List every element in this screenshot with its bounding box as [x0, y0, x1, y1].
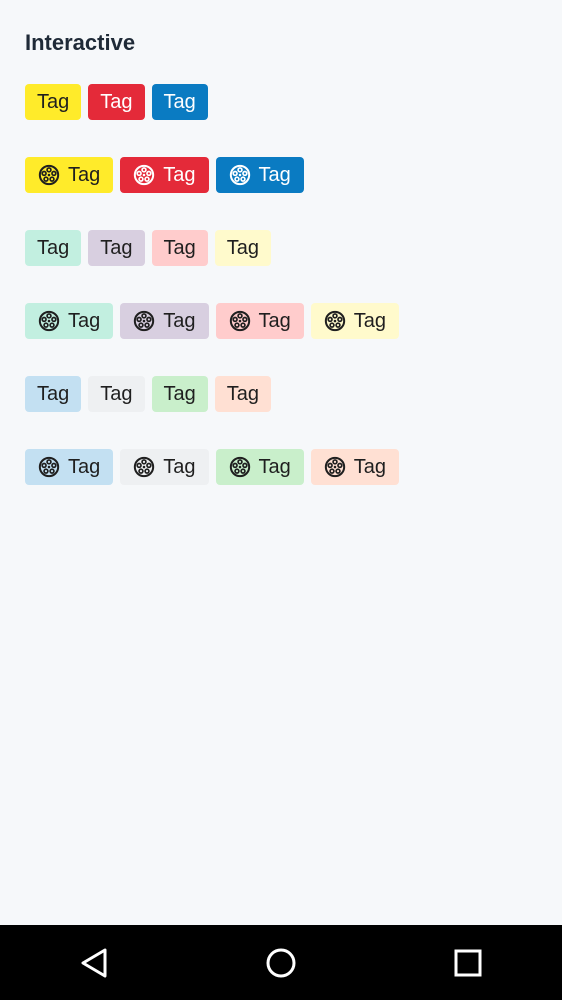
tag-label: Tag: [353, 456, 386, 478]
tag[interactable]: Tag: [151, 376, 208, 412]
tag-with-icon[interactable]: Tag: [120, 449, 209, 485]
tag-row: Tag Tag Tag Tag: [25, 376, 542, 412]
back-triangle-icon: [81, 948, 107, 977]
tag-with-icon[interactable]: Tag: [215, 157, 304, 193]
tag[interactable]: Tag: [25, 230, 82, 266]
tag-with-icon[interactable]: Tag: [215, 449, 304, 485]
tag-with-icon[interactable]: Tag: [25, 303, 114, 339]
tag-label: Tag: [258, 310, 291, 332]
main-content: Interactive Tag Tag Tag Tag Tag Tag Tag Tag Tag T…: [25, 28, 542, 522]
home-circle-icon: [266, 948, 296, 977]
film-reel-icon: [38, 164, 60, 186]
film-reel-icon: [229, 456, 251, 478]
tag[interactable]: Tag: [25, 376, 82, 412]
tag[interactable]: Tag: [214, 230, 271, 266]
tag-with-icon[interactable]: Tag: [25, 449, 114, 485]
tag[interactable]: Tag: [88, 84, 145, 120]
tag-label: Tag: [68, 164, 101, 186]
tag-label: Tag: [37, 237, 70, 259]
tag-row: Tag Tag Tag Tag: [25, 303, 542, 339]
film-reel-icon: [133, 456, 155, 478]
tag-label: Tag: [163, 237, 196, 259]
page-title: Interactive: [25, 30, 136, 55]
tag-label: Tag: [353, 310, 386, 332]
tag-label: Tag: [37, 383, 70, 405]
tag-label: Tag: [100, 237, 133, 259]
back-button[interactable]: [64, 933, 124, 993]
tag-row: Tag Tag Tag Tag: [25, 449, 542, 485]
tag[interactable]: Tag: [88, 376, 145, 412]
film-reel-icon: [38, 456, 60, 478]
tag-with-icon[interactable]: Tag: [120, 157, 209, 193]
tag-row: Tag Tag Tag Tag: [25, 230, 542, 266]
tag[interactable]: Tag: [25, 84, 82, 120]
film-reel-icon: [229, 310, 251, 332]
tag-row: Tag Tag Tag: [25, 84, 542, 120]
tag-row: Tag Tag Tag: [25, 157, 542, 193]
film-reel-icon: [133, 310, 155, 332]
tag-rows: Tag Tag Tag Tag Tag Tag Tag Tag Tag Tag Tag Tag Tag T…: [25, 84, 542, 485]
tag[interactable]: Tag: [88, 230, 145, 266]
tag-label: Tag: [163, 310, 196, 332]
tag-label: Tag: [163, 456, 196, 478]
tag-label: Tag: [100, 91, 133, 113]
tag[interactable]: Tag: [214, 376, 271, 412]
system-navigation-bar: [0, 925, 562, 1000]
tag-label: Tag: [37, 91, 70, 113]
tag-with-icon[interactable]: Tag: [310, 449, 399, 485]
film-reel-icon: [133, 164, 155, 186]
tag-label: Tag: [226, 383, 259, 405]
film-reel-icon: [324, 456, 346, 478]
film-reel-icon: [38, 310, 60, 332]
film-reel-icon: [324, 310, 346, 332]
tag-with-icon[interactable]: Tag: [120, 303, 209, 339]
tag-label: Tag: [258, 164, 291, 186]
home-button[interactable]: [251, 933, 311, 993]
film-reel-icon: [229, 164, 251, 186]
tag-label: Tag: [68, 310, 101, 332]
tag-label: Tag: [163, 164, 196, 186]
tag-label: Tag: [258, 456, 291, 478]
recents-square-icon: [454, 949, 482, 976]
tag-label: Tag: [100, 383, 133, 405]
tag-with-icon[interactable]: Tag: [215, 303, 304, 339]
tag-label: Tag: [226, 237, 259, 259]
tag-with-icon[interactable]: Tag: [25, 157, 114, 193]
tag-label: Tag: [163, 91, 196, 113]
tag[interactable]: Tag: [151, 230, 208, 266]
tag-label: Tag: [68, 456, 101, 478]
recents-button[interactable]: [438, 933, 498, 993]
tag[interactable]: Tag: [151, 84, 208, 120]
tag-label: Tag: [163, 383, 196, 405]
tag-with-icon[interactable]: Tag: [310, 303, 399, 339]
